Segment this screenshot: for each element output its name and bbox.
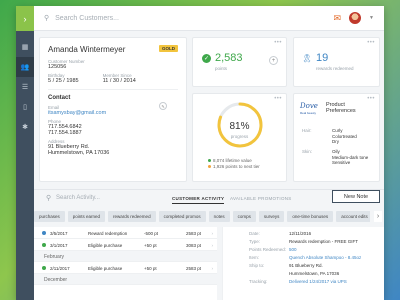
more-icon[interactable]: ••• xyxy=(274,96,282,102)
users-icon[interactable]: 👥 xyxy=(16,57,34,77)
filter-account-edits[interactable]: account edits xyxy=(336,211,370,222)
rewards-value: 19 xyxy=(316,52,329,64)
item-link[interactable]: Quench Absolute Shampoo - 8.45oz xyxy=(289,254,361,261)
points-redeemed-label: Points Redeemed: xyxy=(249,247,287,252)
ship-to-label: Ship to: xyxy=(249,263,265,268)
progress-card: 81% progress 8,074 lifetime value 1,926 … xyxy=(192,93,287,182)
list-item[interactable]: 3/5/2017 Reward redemption -500 pt 2583 … xyxy=(34,227,217,239)
top-bar: ⚲ Search Customers... ✉ ▼ xyxy=(34,6,384,31)
filter-rewards-redeemed[interactable]: rewards redeemed xyxy=(108,211,156,222)
tier-badge: GOLD xyxy=(159,45,178,52)
avatar[interactable] xyxy=(349,12,362,24)
tracking-label: Tracking: xyxy=(249,279,268,284)
chevron-right-icon[interactable]: › xyxy=(16,6,34,31)
tracking-link[interactable]: Delivered 1/24/2017 via UPS xyxy=(289,278,347,285)
filter-purchases[interactable]: purchases xyxy=(34,211,65,222)
list-item[interactable]: 3/1/2017 Eligible purchase +50 pt 3083 p… xyxy=(34,239,217,251)
dashboard-icon[interactable]: ▦ xyxy=(16,37,34,57)
sidebar: › ▦ 👥 ☰ ▯ ✱ xyxy=(16,6,34,300)
rewards-label: rewards redeemed xyxy=(316,66,354,71)
customer-number: 125056 xyxy=(48,64,67,70)
address-line-2: Hummelstown, PA 17036 xyxy=(48,150,110,156)
legend-dot-green xyxy=(208,159,211,163)
hair-values: Curly Colortreated Dry xyxy=(332,128,357,144)
more-icon[interactable]: ••• xyxy=(274,40,282,46)
month-header: February xyxy=(34,251,217,262)
points-label: points xyxy=(215,66,228,71)
points-value: 2,583 xyxy=(215,52,243,64)
ribbon-icon: 🎗 xyxy=(302,54,313,63)
search-icon: ⚲ xyxy=(44,15,50,22)
birthday: 5 / 25 / 1985 xyxy=(48,78,79,84)
gear-icon[interactable]: ✱ xyxy=(16,117,34,137)
activity-bar: ⚲ Search Activity... CUSTOMER ACTIVITY A… xyxy=(34,189,384,205)
chevron-right-icon[interactable]: › xyxy=(374,211,382,222)
progress-label: progress xyxy=(230,134,249,139)
rewards-card: 🎗 19 rewards redeemed ••• xyxy=(293,37,380,87)
trash-icon[interactable]: ▯ xyxy=(16,97,34,117)
filter-surveys[interactable]: surveys xyxy=(258,211,285,222)
status-dot xyxy=(42,231,46,235)
search-icon: ⚲ xyxy=(46,195,52,202)
product-preferences-title: Product Preferences xyxy=(326,102,356,114)
points-icon: ✓ xyxy=(202,54,211,63)
filter-points-earned[interactable]: points earned xyxy=(67,211,106,222)
activity-details: Date: 12/11/2016 Type: Rewards redemption … xyxy=(222,227,384,300)
hair-label: Hair: xyxy=(302,128,312,133)
filter-one-time-bonuses[interactable]: one-time bonuses xyxy=(287,211,334,222)
chevron-down-icon[interactable]: ▼ xyxy=(369,15,374,21)
ship-to-line-1: 91 Blueberry Rd. xyxy=(289,263,323,268)
legend-dot-orange xyxy=(208,165,211,169)
divider xyxy=(48,89,178,90)
skin-label: Skin: xyxy=(302,149,313,154)
list-item[interactable]: 2/11/2017 Eligible purchase +50 pt 2583 … xyxy=(34,262,217,274)
contact-title: Contact xyxy=(48,95,71,101)
list-icon[interactable]: ☰ xyxy=(16,77,34,97)
email-link[interactable]: itsamysbay@gmail.com xyxy=(48,110,178,116)
filter-notes[interactable]: notes xyxy=(208,211,230,222)
lifetime-value: 8,074 lifetime value xyxy=(213,158,252,163)
status-dot xyxy=(42,266,46,270)
phone-2: 717.554.1887 xyxy=(48,130,82,136)
progress-percent: 81% xyxy=(229,121,250,132)
dove-logo: Dove xyxy=(300,102,318,110)
activity-search-input[interactable]: Search Activity... xyxy=(56,195,100,201)
gift-icon[interactable]: ✉ xyxy=(334,13,342,24)
points-card: ✓ 2,583 points + ••• xyxy=(192,37,287,87)
date-label: Date: xyxy=(249,231,260,236)
status-dot xyxy=(42,243,46,247)
chevron-right-icon: › xyxy=(211,243,214,248)
add-points-button[interactable]: + xyxy=(269,56,278,65)
type-value: Rewards redemption - FREE GIFT xyxy=(289,239,359,244)
date-value: 12/11/2016 xyxy=(289,231,312,236)
item-label: Item: xyxy=(249,255,260,260)
skin-values: Oily Medium-dark tone Sensitive xyxy=(332,149,369,165)
ship-to-line-2: Hummelstown, PA 17036 xyxy=(289,271,340,276)
next-tier: 1,926 points to next tier xyxy=(213,164,260,169)
tab-available-promotions[interactable]: AVAILABLE PROMOTIONS xyxy=(230,196,292,203)
chevron-right-icon: › xyxy=(211,266,214,271)
member-since: 11 / 30 / 2014 xyxy=(102,78,136,84)
new-note-button[interactable]: New Note xyxy=(332,190,380,203)
dove-logo-sub: Real beauty xyxy=(300,111,317,115)
points-redeemed-value: 500 xyxy=(289,247,297,252)
progress-legend: 8,074 lifetime value 1,926 points to nex… xyxy=(208,158,260,170)
search-input[interactable]: Search Customers... xyxy=(55,15,119,22)
filter-chips: purchases points earned rewards redeemed… xyxy=(34,211,370,223)
chevron-right-icon: › xyxy=(211,231,214,236)
tab-customer-activity[interactable]: CUSTOMER ACTIVITY xyxy=(172,196,225,204)
more-icon[interactable]: ••• xyxy=(367,40,375,46)
month-header: December xyxy=(34,274,217,285)
type-label: Type: xyxy=(249,239,261,244)
activity-list: 3/5/2017 Reward redemption -500 pt 2583 … xyxy=(34,227,217,300)
app-window: › ▦ 👥 ☰ ▯ ✱ ⚲ Search Customers... ✉ ▼ Am… xyxy=(16,6,384,300)
filter-comps[interactable]: comps xyxy=(232,211,256,222)
filter-completed-promos[interactable]: completed promos xyxy=(158,211,206,222)
more-icon[interactable]: ••• xyxy=(367,96,375,102)
edit-contact-button[interactable]: ✎ xyxy=(159,102,167,110)
product-preferences-card: Dove Real beauty Product Preferences Hai… xyxy=(293,93,380,182)
